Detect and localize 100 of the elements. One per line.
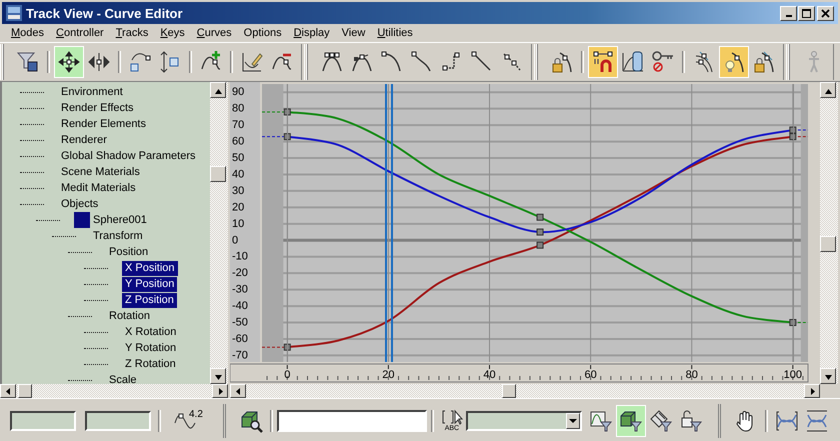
axis-tick-label: 40 <box>232 168 244 180</box>
auto-tangent-icon <box>320 50 344 74</box>
window-title: Track View - Curve Editor <box>26 6 184 20</box>
tree-item[interactable]: Global Shadow Parameters <box>58 148 199 164</box>
tree-item[interactable]: Render Effects <box>58 100 137 116</box>
tree-item[interactable]: Rotation <box>106 308 153 324</box>
axis-tick-label: 20 <box>232 201 244 214</box>
funnel-icon <box>16 50 40 74</box>
slide-arrows-icon <box>87 50 111 74</box>
menu-item[interactable]: Modes <box>6 27 50 39</box>
tree-item[interactable]: Scale <box>106 372 140 384</box>
axis-tick-label: 30 <box>232 184 244 197</box>
tree-item[interactable]: Renderer <box>58 132 110 148</box>
tree-item[interactable]: Z Rotation <box>122 356 179 372</box>
axis-tick-label: 60 <box>584 369 597 381</box>
time-slider[interactable] <box>384 84 393 362</box>
film-funnel-icon <box>648 408 673 432</box>
cube-magnifier-icon <box>238 408 263 432</box>
menu-item[interactable]: Options <box>238 27 287 39</box>
menu-item[interactable]: Tracks <box>110 27 154 39</box>
triangle-right-icon <box>216 388 224 394</box>
toolbar-button[interactable] <box>616 404 646 436</box>
scroll-thumb[interactable] <box>502 384 516 398</box>
brackets-cursor-icon <box>440 409 464 425</box>
toolbar-button[interactable] <box>719 46 749 78</box>
triangle-down-icon <box>214 372 222 380</box>
scroll-thumb[interactable] <box>210 166 226 182</box>
axis-tick-label: 70 <box>232 119 244 132</box>
triangle-down-icon <box>824 372 832 380</box>
toolbar-button[interactable] <box>54 46 84 78</box>
zoom-curves-icon <box>774 408 799 432</box>
triangle-left-icon <box>4 388 12 394</box>
dropdown[interactable] <box>466 410 582 430</box>
input-field[interactable] <box>10 410 76 430</box>
curve-funnel-icon <box>588 408 613 432</box>
axis-tick-label: -50 <box>232 316 248 329</box>
scroll-right-button[interactable] <box>804 384 820 398</box>
minimize-button[interactable] <box>780 6 797 20</box>
axis-tick-label: 20 <box>382 369 395 381</box>
maximize-icon <box>802 8 811 18</box>
axis-tick-label: -70 <box>232 349 248 362</box>
input-field[interactable] <box>276 410 427 432</box>
padlock-funnel-icon <box>678 408 703 432</box>
scale-keys-icon <box>128 50 152 74</box>
cube-funnel-icon <box>618 408 643 432</box>
zoom-curves-vertical-icon <box>804 408 829 432</box>
minimize-icon <box>786 15 792 17</box>
axis-tick-label: 40 <box>483 369 496 381</box>
scroll-left-button[interactable] <box>0 384 16 398</box>
menu-item[interactable]: Curves <box>192 27 237 39</box>
lock-curve-icon <box>550 50 574 74</box>
scroll-left-button[interactable] <box>230 384 246 398</box>
tree-item[interactable]: Y Rotation <box>122 340 180 356</box>
menu-item[interactable]: Controller <box>51 27 109 39</box>
keyframe-marker[interactable] <box>536 214 544 221</box>
axis-tick-label: 60 <box>232 136 244 148</box>
axis-tick-label: -30 <box>232 284 248 296</box>
scroll-down-button[interactable] <box>820 368 836 384</box>
axis-tick-label: 0 <box>232 234 238 246</box>
tree-item[interactable]: X Position <box>122 260 178 276</box>
maximize-button[interactable] <box>798 6 815 20</box>
scroll-down-button[interactable] <box>210 368 226 384</box>
tree-item[interactable]: Transform <box>90 228 146 244</box>
axis-tick-label: -20 <box>232 267 248 280</box>
triangle-up-icon <box>824 86 832 94</box>
tree-item[interactable]: Z Position <box>122 292 177 308</box>
tree-item[interactable]: Sphere001 <box>90 212 150 228</box>
scroll-thumb[interactable] <box>820 236 836 252</box>
scroll-up-button[interactable] <box>210 82 226 98</box>
key-icon <box>651 50 675 74</box>
tree-item[interactable]: Y Position <box>122 276 178 292</box>
triangle-right-icon <box>808 388 816 394</box>
menu-item[interactable]: Keys <box>155 27 190 39</box>
close-button[interactable] <box>817 6 834 20</box>
axis-tick-label: 0 <box>284 369 290 381</box>
tree-item[interactable]: Environment <box>58 84 126 100</box>
scroll-up-button[interactable] <box>820 82 836 98</box>
axis-tick-label: -60 <box>232 332 248 345</box>
keyframe-marker[interactable] <box>536 228 544 236</box>
tree-item[interactable]: Position <box>106 244 152 260</box>
triangle-left-icon <box>234 388 242 394</box>
axis-tick-label: 80 <box>686 369 698 381</box>
toolbar-button[interactable] <box>588 46 618 78</box>
tree-item[interactable]: X Rotation <box>122 324 180 340</box>
tree-item[interactable]: Scene Materials <box>58 164 143 180</box>
menu-item[interactable]: Utilities <box>372 27 418 39</box>
axis-tick-label: 100 <box>784 369 802 381</box>
menu-item[interactable]: View <box>336 27 370 39</box>
close-icon <box>821 8 830 18</box>
tree-item[interactable]: Render Elements <box>58 116 149 132</box>
tree-item[interactable]: Objects <box>58 196 102 212</box>
caret-icon <box>568 418 577 424</box>
axis-tick-label: 80 <box>232 102 244 115</box>
tree-item[interactable]: Medit Materials <box>58 180 139 196</box>
input-field[interactable] <box>85 410 151 430</box>
keyframe-marker[interactable] <box>536 242 544 249</box>
scroll-right-button[interactable] <box>212 384 228 398</box>
magnet-icon <box>591 50 615 74</box>
scroll-thumb[interactable] <box>18 384 32 398</box>
menu-item[interactable]: Display <box>288 27 335 39</box>
